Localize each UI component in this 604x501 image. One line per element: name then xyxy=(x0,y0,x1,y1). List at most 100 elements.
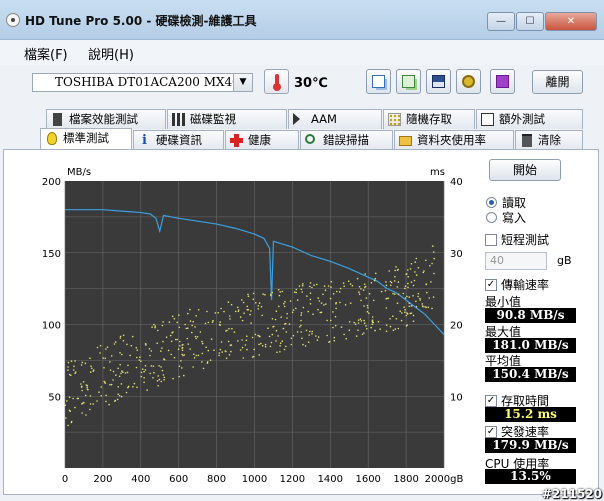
tab-file-benchmark[interactable]: 檔案效能測試 xyxy=(46,109,166,129)
access-time-point xyxy=(406,295,408,298)
short-test-checkbox[interactable] xyxy=(485,234,497,246)
burst-rate-checkbox[interactable]: ✓ xyxy=(485,426,497,438)
access-time-point xyxy=(299,326,301,328)
tab-error-scan[interactable]: 錯誤掃描 xyxy=(300,130,393,150)
access-time-point xyxy=(262,293,264,295)
access-time-point xyxy=(425,306,428,309)
access-time-point xyxy=(363,283,366,285)
access-time-point xyxy=(157,329,159,332)
tab-aam[interactable]: AAM xyxy=(288,109,382,129)
access-time-point xyxy=(421,303,424,305)
access-time-point xyxy=(195,315,197,317)
transfer-rate-checkbox[interactable]: ✓ xyxy=(485,279,497,291)
access-time-point xyxy=(334,315,337,318)
access-time-point xyxy=(227,301,230,303)
access-time-point xyxy=(353,321,356,324)
access-time-point xyxy=(218,354,220,357)
x-tick-label: 1600 xyxy=(355,474,380,485)
access-time-point xyxy=(275,329,278,332)
access-time-point xyxy=(150,350,153,352)
access-time-point xyxy=(302,306,305,309)
access-time-point xyxy=(143,377,145,379)
access-time-point xyxy=(368,312,370,314)
tab-disk-monitor[interactable]: 磁碟監視 xyxy=(167,109,287,129)
tab-random-access[interactable]: 隨機存取 xyxy=(383,109,475,129)
tab-benchmark[interactable]: 標準測試 xyxy=(40,128,132,150)
exit-button[interactable]: 離開 xyxy=(532,70,583,94)
access-time-point xyxy=(405,325,408,327)
access-time-point xyxy=(122,334,125,337)
copy-text-button[interactable] xyxy=(366,69,391,94)
access-time-point xyxy=(191,324,193,327)
access-time-point xyxy=(433,257,436,260)
access-time-point xyxy=(300,288,303,291)
access-time-point xyxy=(293,291,296,293)
save-button[interactable] xyxy=(426,69,451,94)
access-time-point xyxy=(86,386,88,389)
access-time-point xyxy=(377,320,380,323)
access-time-point xyxy=(384,289,387,292)
access-time-point xyxy=(300,331,303,333)
access-time-point xyxy=(300,319,302,322)
access-time-point xyxy=(151,326,153,328)
access-time-point xyxy=(415,257,418,260)
access-time-point xyxy=(404,285,407,287)
write-radio[interactable] xyxy=(486,212,497,223)
access-time-point xyxy=(182,354,184,357)
access-time-point xyxy=(325,303,327,305)
thermometer-icon[interactable] xyxy=(264,69,289,94)
access-time-point xyxy=(189,348,191,350)
download-button[interactable] xyxy=(490,69,515,94)
access-time-point xyxy=(399,310,402,312)
access-time-point xyxy=(87,388,89,391)
access-time-point xyxy=(255,302,257,304)
access-time-point xyxy=(284,322,287,325)
tab-folder-usage[interactable]: 資料夾使用率 xyxy=(394,130,514,150)
tab-health[interactable]: 健康 xyxy=(225,130,299,150)
access-time-point xyxy=(392,329,395,332)
access-time-point xyxy=(329,297,332,300)
close-button[interactable]: ✕ xyxy=(545,12,597,31)
access-time-point xyxy=(300,324,302,327)
access-time-point xyxy=(417,292,420,295)
access-time-point xyxy=(365,325,367,327)
options-button[interactable] xyxy=(456,69,481,94)
minimize-button[interactable]: — xyxy=(487,12,515,31)
access-time-point xyxy=(152,365,155,367)
tab-erase[interactable]: 清除 xyxy=(515,130,583,150)
maximize-button[interactable]: ☐ xyxy=(516,12,544,31)
access-time-point xyxy=(277,288,280,291)
access-time-point xyxy=(225,350,227,353)
access-time-point xyxy=(178,375,180,378)
access-time-point xyxy=(252,355,255,358)
access-time-point xyxy=(392,315,394,317)
access-time-checkbox[interactable]: ✓ xyxy=(485,395,497,407)
copy-screenshot-button[interactable] xyxy=(396,69,421,94)
read-radio[interactable] xyxy=(486,197,497,208)
menu-file[interactable]: 檔案(F) xyxy=(24,44,68,63)
short-test-size-input[interactable]: 40 xyxy=(485,252,547,270)
drive-select[interactable]: TOSHIBA DT01ACA200 MX4O/ xyxy=(32,73,253,92)
access-time-point xyxy=(136,386,138,389)
x-tick-label: 600 xyxy=(169,474,188,485)
access-time-point xyxy=(179,340,181,343)
access-time-point xyxy=(80,383,82,385)
menu-help[interactable]: 說明(H) xyxy=(88,44,134,63)
access-time-point xyxy=(335,307,337,310)
avg-value: 150.4 MB/s xyxy=(485,367,576,382)
access-time-point xyxy=(342,282,345,284)
access-time-point xyxy=(163,376,166,379)
access-time-point xyxy=(199,331,202,333)
access-time-point xyxy=(260,342,262,345)
tab-extra-tests[interactable]: 額外測試 xyxy=(476,109,583,129)
access-time-point xyxy=(371,323,374,326)
access-time-point xyxy=(339,301,341,304)
access-time-point xyxy=(408,302,411,304)
access-time-point xyxy=(267,327,269,329)
access-time-point xyxy=(112,370,115,373)
chevron-down-icon[interactable]: ▼ xyxy=(233,74,252,91)
start-button[interactable]: 開始 xyxy=(489,159,561,181)
tab-info[interactable]: i 硬碟資訊 xyxy=(133,130,224,150)
access-time-point xyxy=(241,339,243,341)
max-value: 181.0 MB/s xyxy=(485,338,576,353)
